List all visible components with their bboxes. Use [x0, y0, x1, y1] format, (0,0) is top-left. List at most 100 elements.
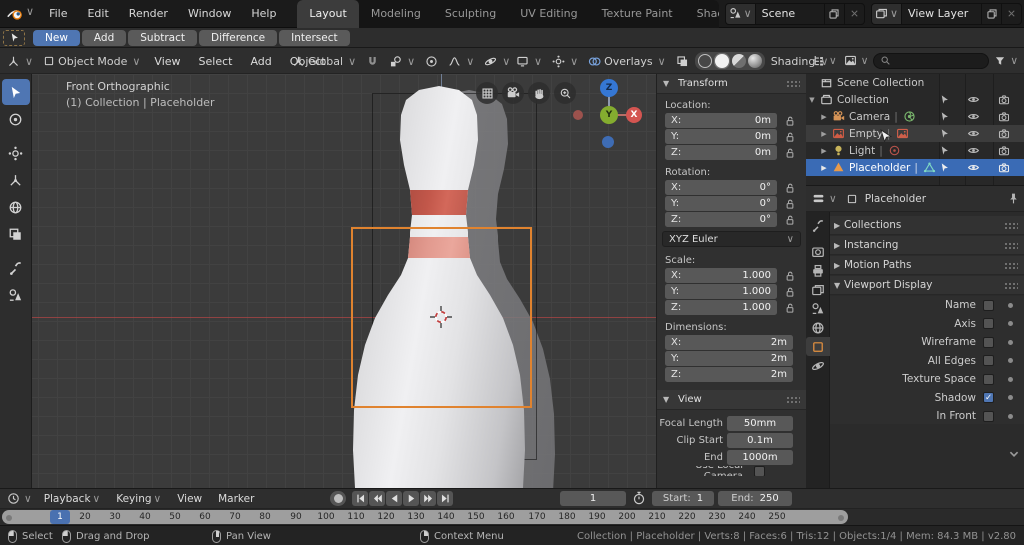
gizmos-dropdown[interactable]: ∨ — [548, 53, 582, 70]
visibility-eye-icon[interactable] — [967, 127, 980, 140]
blender-logo-icon[interactable]: ∨ — [6, 5, 34, 23]
animate-dot[interactable] — [1008, 358, 1013, 364]
selectable-toggle-icon[interactable] — [939, 128, 950, 139]
shading-solid-icon[interactable] — [713, 53, 730, 69]
view-layer-icon[interactable]: ∨ — [870, 2, 902, 25]
scale-z-field[interactable]: Z: 1.000 — [665, 300, 777, 315]
expand-arrow-icon[interactable]: ▶ — [818, 164, 830, 172]
dimensions-y-field[interactable]: Y: 2m — [665, 351, 793, 366]
viewport-3d[interactable]: ∨ Object Mode ∨ View Select Add Object Gl… — [0, 48, 828, 488]
view-layer-copy-icon[interactable] — [982, 2, 1003, 25]
animate-dot[interactable] — [1008, 413, 1013, 419]
rotation-y-field[interactable]: Y: 0° — [665, 196, 777, 211]
editor-type-timeline-icon[interactable]: ∨ — [3, 492, 36, 505]
lock-icon[interactable] — [784, 147, 796, 159]
proportional-falloff-dropdown[interactable]: ∨ — [444, 53, 478, 70]
pan-view-hand-icon[interactable] — [528, 82, 550, 104]
grid-view-icon[interactable] — [476, 82, 498, 104]
selectable-toggle-icon[interactable] — [939, 145, 950, 156]
tab-scene[interactable] — [806, 299, 830, 318]
overlays-dropdown[interactable]: Overlays ∨ — [584, 53, 670, 70]
show-object-types-dropdown[interactable]: ∨ — [512, 53, 546, 70]
tab-tool[interactable] — [806, 216, 830, 235]
selectable-toggle-icon[interactable] — [939, 111, 950, 122]
view-panel-header[interactable]: ▼ View — [657, 390, 806, 410]
animate-dot[interactable] — [1008, 376, 1013, 382]
visibility-eye-icon[interactable] — [967, 93, 980, 106]
expand-arrow-icon[interactable]: ▶ — [818, 147, 830, 155]
panel-drag-dots[interactable] — [1004, 261, 1018, 269]
clip-end-field[interactable]: 1000m — [727, 449, 793, 465]
play-button[interactable] — [403, 491, 419, 506]
lock-icon[interactable] — [784, 115, 796, 127]
pin-icon[interactable] — [1007, 192, 1020, 205]
tab-output[interactable] — [806, 261, 830, 280]
rotate-tool[interactable] — [2, 194, 30, 220]
animate-dot[interactable] — [1008, 395, 1013, 401]
panel-drag-dots[interactable] — [786, 396, 800, 403]
timeline-scrollbar[interactable]: 10 20 30 40 50 60 70 80 90 100 110 120 1… — [2, 510, 848, 524]
animate-dot[interactable] — [1008, 321, 1013, 327]
gizmo-z-negative[interactable] — [602, 136, 614, 148]
select-mode-new-button[interactable]: New — [33, 29, 80, 46]
editor-type-properties-icon[interactable]: ∨ — [810, 191, 839, 206]
panel-motion-paths[interactable]: ▶ Motion Paths — [830, 256, 1024, 275]
location-x-field[interactable]: X: 0m — [665, 113, 777, 128]
tab-layout[interactable]: Layout — [297, 0, 359, 28]
texture-space-checkbox[interactable] — [983, 373, 994, 385]
lock-icon[interactable] — [784, 131, 796, 143]
transform-panel-header[interactable]: ▼ Transform — [657, 74, 806, 94]
visibility-eye-icon[interactable] — [967, 110, 980, 123]
render-camera-icon[interactable] — [998, 111, 1010, 123]
use-local-camera-checkbox[interactable] — [754, 466, 765, 476]
animate-dot[interactable] — [1008, 302, 1013, 308]
gizmo-x-axis[interactable]: X — [626, 107, 642, 123]
dimensions-z-field[interactable]: Z: 2m — [665, 367, 793, 382]
location-y-field[interactable]: Y: 0m — [665, 129, 777, 144]
viewport-menu-add[interactable]: Add — [242, 51, 279, 72]
scene-name[interactable]: Scene — [754, 2, 825, 25]
tab-uv-editing[interactable]: UV Editing — [508, 0, 589, 28]
lock-icon[interactable] — [784, 270, 796, 282]
view-layer-name[interactable]: View Layer — [901, 2, 983, 25]
timeline-menu-keying[interactable]: Keying ∨ — [108, 491, 169, 507]
mode-dropdown[interactable]: Object Mode ∨ — [39, 53, 144, 70]
viewport-menu-select[interactable]: Select — [191, 51, 241, 72]
selectable-toggle-icon[interactable] — [939, 94, 950, 105]
timeline-menu-playback[interactable]: Playback ∨ — [36, 491, 109, 507]
select-mode-subtract-button[interactable]: Subtract — [128, 29, 197, 46]
render-camera-icon[interactable] — [998, 145, 1010, 157]
transform-tool[interactable] — [2, 140, 30, 166]
scene-unlink-icon[interactable] — [844, 2, 865, 25]
tab-texture-paint[interactable]: Texture Paint — [590, 0, 685, 28]
view-layer-remove-icon[interactable] — [1002, 2, 1023, 25]
panel-viewport-display[interactable]: ▼ Viewport Display — [830, 276, 1024, 295]
name-checkbox[interactable] — [983, 299, 994, 311]
render-camera-icon[interactable] — [998, 128, 1010, 140]
all-edges-checkbox[interactable] — [983, 355, 994, 367]
current-frame-field[interactable]: 1 — [560, 491, 626, 506]
tab-sculpting[interactable]: Sculpting — [433, 0, 508, 28]
outliner-filter-icon[interactable]: ∨ — [992, 54, 1020, 68]
select-mode-intersect-button[interactable]: Intersect — [279, 29, 350, 46]
selectable-toggle-icon[interactable] — [939, 162, 950, 173]
rotation-x-field[interactable]: X: 0° — [665, 180, 777, 195]
cursor-tool[interactable] — [2, 106, 30, 132]
location-z-field[interactable]: Z: 0m — [665, 145, 777, 160]
camera-view-icon[interactable] — [502, 82, 524, 104]
outliner-row-camera[interactable]: ▶ Camera | — [806, 108, 1024, 125]
lock-icon[interactable] — [784, 286, 796, 298]
outliner-row-empty[interactable]: ▶ Empty | — [806, 125, 1024, 142]
axis-checkbox[interactable] — [983, 318, 994, 330]
annotate-tool[interactable] — [2, 255, 30, 281]
prev-keyframe-button[interactable] — [369, 491, 385, 506]
auto-keying-record-button[interactable] — [330, 491, 346, 506]
snap-target-dropdown[interactable]: ∨ — [385, 53, 419, 70]
rotation-z-field[interactable]: Z: 0° — [665, 212, 777, 227]
move-tool[interactable] — [2, 167, 30, 193]
focal-length-field[interactable]: 50mm — [727, 415, 793, 431]
shading-wireframe-icon[interactable] — [697, 54, 712, 68]
expand-arrow-icon[interactable]: ▼ — [806, 96, 818, 104]
shading-material-icon[interactable] — [731, 54, 746, 68]
frame-start-field[interactable]: Start: 1 — [652, 491, 714, 506]
